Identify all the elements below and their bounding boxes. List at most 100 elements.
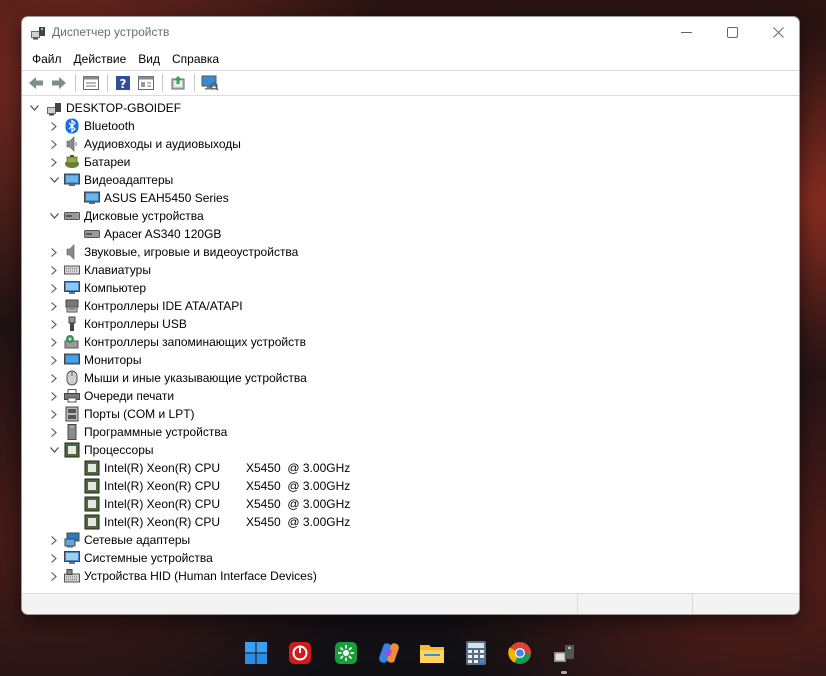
tree-category[interactable]: Звуковые, игровые и видеоустройства [48,243,298,261]
properties-icon[interactable] [80,73,102,93]
tree-category[interactable]: Аудиовходы и аудиовыходы [48,135,241,153]
computer-icon [64,280,80,296]
menu-bar: Файл Действие Вид Справка [22,49,799,69]
mouse-icon [64,370,80,386]
tree-category[interactable]: Клавиатуры [48,261,151,279]
processor-icon [64,442,80,458]
category-label: Контроллеры IDE ATA/ATAPI [84,299,243,313]
chevron-down-icon[interactable] [48,441,60,459]
chevron-right-icon[interactable] [48,405,60,423]
chevron-down-icon[interactable] [48,171,60,189]
processor-icon [84,460,100,476]
chevron-right-icon[interactable] [48,387,60,405]
maximize-button[interactable] [709,17,755,47]
cpu-model: X5450 @ 3.00GHz [246,515,351,529]
category-label: Видеоадаптеры [84,173,174,187]
chevron-down-icon[interactable] [28,99,40,117]
ide-controller-icon [64,298,80,314]
calculator-icon[interactable] [464,641,488,665]
chevron-right-icon[interactable] [48,297,60,315]
view-icon[interactable] [135,73,157,93]
chevron-right-icon[interactable] [48,333,60,351]
cpu-model: X5450 @ 3.00GHz [246,479,351,493]
copilot-icon[interactable] [377,641,401,665]
toolbar-separator [107,74,108,92]
storage-controller-icon [64,334,80,350]
running-indicator [561,671,567,674]
tree-category[interactable]: Программные устройства [48,423,227,441]
tree-category[interactable]: Контроллеры USB [48,315,187,333]
tree-category[interactable]: Контроллеры запоминающих устройств [48,333,306,351]
menu-view[interactable]: Вид [132,52,166,66]
device-item[interactable]: Intel(R) Xeon(R) CPU X5450 @ 3.00GHz [84,513,350,531]
chevron-right-icon[interactable] [48,369,60,387]
chevron-right-icon[interactable] [48,315,60,333]
file-explorer-icon[interactable] [420,641,444,665]
tree-category[interactable]: Порты (COM и LPT) [48,405,195,423]
toolbar: ? [22,70,799,96]
device-item[interactable]: Intel(R) Xeon(R) CPU X5450 @ 3.00GHz [84,495,350,513]
category-label: Программные устройства [84,425,228,439]
update-driver-icon[interactable] [167,73,189,93]
tree-category[interactable]: Сетевые адаптеры [48,531,190,549]
scan-hardware-icon[interactable] [199,73,221,93]
menu-help[interactable]: Справка [166,52,225,66]
tree-category[interactable]: Мониторы [48,351,141,369]
menu-action[interactable]: Действие [68,52,133,66]
toolbar-separator [162,74,163,92]
chevron-down-icon[interactable] [48,207,60,225]
chevron-right-icon[interactable] [48,351,60,369]
chevron-right-icon[interactable] [48,135,60,153]
chevron-right-icon[interactable] [48,153,60,171]
chevron-right-icon[interactable] [48,423,60,441]
chevron-right-icon[interactable] [48,531,60,549]
chevron-right-icon[interactable] [48,261,60,279]
category-label: Bluetooth [84,119,135,133]
tree-category[interactable]: Мыши и иные указывающие устройства [48,369,307,387]
device-item[interactable]: Intel(R) Xeon(R) CPU X5450 @ 3.00GHz [84,477,350,495]
torrent-icon[interactable] [334,641,358,665]
chevron-right-icon[interactable] [48,243,60,261]
processor-icon [84,478,100,494]
chevron-right-icon[interactable] [48,117,60,135]
toolbar-separator [75,74,76,92]
disk-drive-icon [64,208,80,224]
tree-category[interactable]: Видеоадаптеры [48,171,173,189]
tree-category[interactable]: Батареи [48,153,130,171]
device-label: Apacer AS340 120GB [104,227,222,241]
minimize-button[interactable] [663,17,709,47]
tree-category[interactable]: Устройства HID (Human Interface Devices) [48,567,317,585]
keyboard-icon [64,262,80,278]
tree-category[interactable]: Системные устройства [48,549,213,567]
chevron-right-icon[interactable] [48,567,60,585]
device-tree: DESKTOP-GBOIDEF Bluetooth Аудиовходы и а… [22,97,799,591]
back-icon[interactable] [25,73,47,93]
usb-icon [64,316,80,332]
forward-icon[interactable] [48,73,70,93]
device-manager-icon[interactable] [552,641,576,665]
help-icon[interactable]: ? [112,73,134,93]
device-manager-app-icon [30,24,46,40]
vertical-scrollbar[interactable] [793,97,799,591]
tree-category[interactable]: Контроллеры IDE ATA/ATAPI [48,297,243,315]
chrome-icon[interactable] [508,641,532,665]
device-item[interactable]: Intel(R) Xeon(R) CPU X5450 @ 3.00GHz [84,459,350,477]
opera-icon[interactable] [288,641,312,665]
device-item[interactable]: ASUS EAH5450 Series [84,189,229,207]
tree-category[interactable]: Дисковые устройства [48,207,204,225]
windows-start-icon[interactable] [244,641,268,665]
tree-category[interactable]: Bluetooth [48,117,135,135]
title-bar[interactable]: Диспетчер устройств [22,17,799,47]
tree-category[interactable]: Очереди печати [48,387,174,405]
close-button[interactable] [755,17,799,47]
menu-file[interactable]: Файл [26,52,68,66]
device-item[interactable]: Apacer AS340 120GB [84,225,221,243]
category-label: Системные устройства [84,551,213,565]
tree-category[interactable]: Процессоры [48,441,154,459]
chevron-right-icon[interactable] [48,549,60,567]
tree-category[interactable]: Компьютер [48,279,146,297]
tree-root[interactable]: DESKTOP-GBOIDEF [28,99,181,117]
monitor-icon [64,352,80,368]
chevron-right-icon[interactable] [48,279,60,297]
category-label: Контроллеры USB [84,317,187,331]
